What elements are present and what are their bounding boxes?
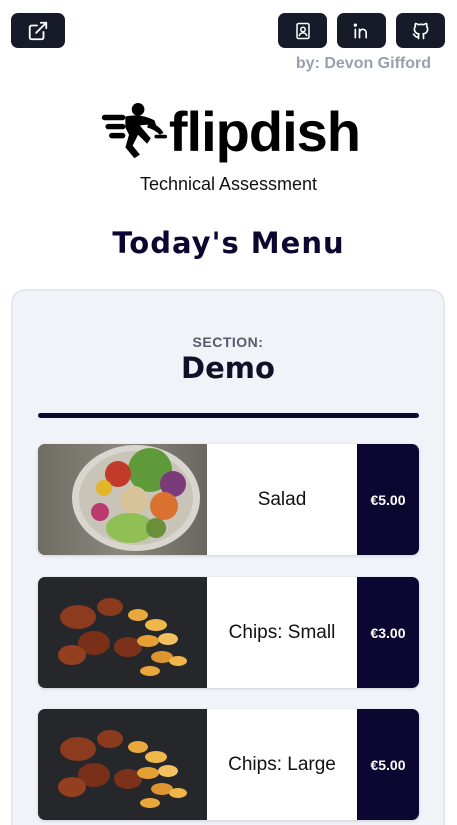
menu-item-name: Chips: Large — [228, 753, 336, 775]
logo-wordmark: flipdish — [168, 100, 361, 163]
menu-item-price: €5.00 — [357, 709, 419, 820]
wings-and-chips-image — [38, 577, 207, 688]
flipdish-logo: flipdish — [100, 92, 361, 172]
running-man-logo-icon — [101, 102, 168, 159]
linkedin-button[interactable] — [337, 13, 386, 48]
github-icon — [412, 22, 428, 39]
external-link-button[interactable] — [11, 13, 65, 48]
menu-item[interactable]: Salad €5.00 — [38, 444, 419, 555]
menu-item[interactable]: Chips: Small €3.00 — [38, 577, 419, 688]
menu-item-name: Salad — [257, 488, 307, 510]
wings-and-chips-image — [38, 709, 207, 820]
contact-icon — [295, 22, 310, 39]
menu-section-card: SECTION: Demo Salad €5.00 Chips: Small €… — [11, 289, 445, 825]
linkedin-icon — [353, 23, 367, 39]
section-label: SECTION: — [192, 334, 264, 350]
menu-item-price: €5.00 — [357, 444, 419, 555]
external-link-icon — [28, 21, 48, 40]
author-byline: by: Devon Gifford — [295, 55, 431, 72]
section-name: Demo — [181, 351, 275, 385]
contact-button[interactable] — [278, 13, 327, 48]
menu-item-price: €3.00 — [357, 577, 419, 688]
page-title: Today's Menu — [112, 226, 345, 260]
menu-item-name: Chips: Small — [228, 621, 336, 643]
menu-item[interactable]: Chips: Large €5.00 — [38, 709, 419, 820]
github-button[interactable] — [396, 13, 445, 48]
section-divider — [38, 413, 419, 418]
menu-page: by: Devon Gifford flipdish Technical Ass… — [0, 0, 457, 825]
page-subtitle: Technical Assessment — [139, 174, 318, 194]
salad-image — [38, 444, 207, 555]
